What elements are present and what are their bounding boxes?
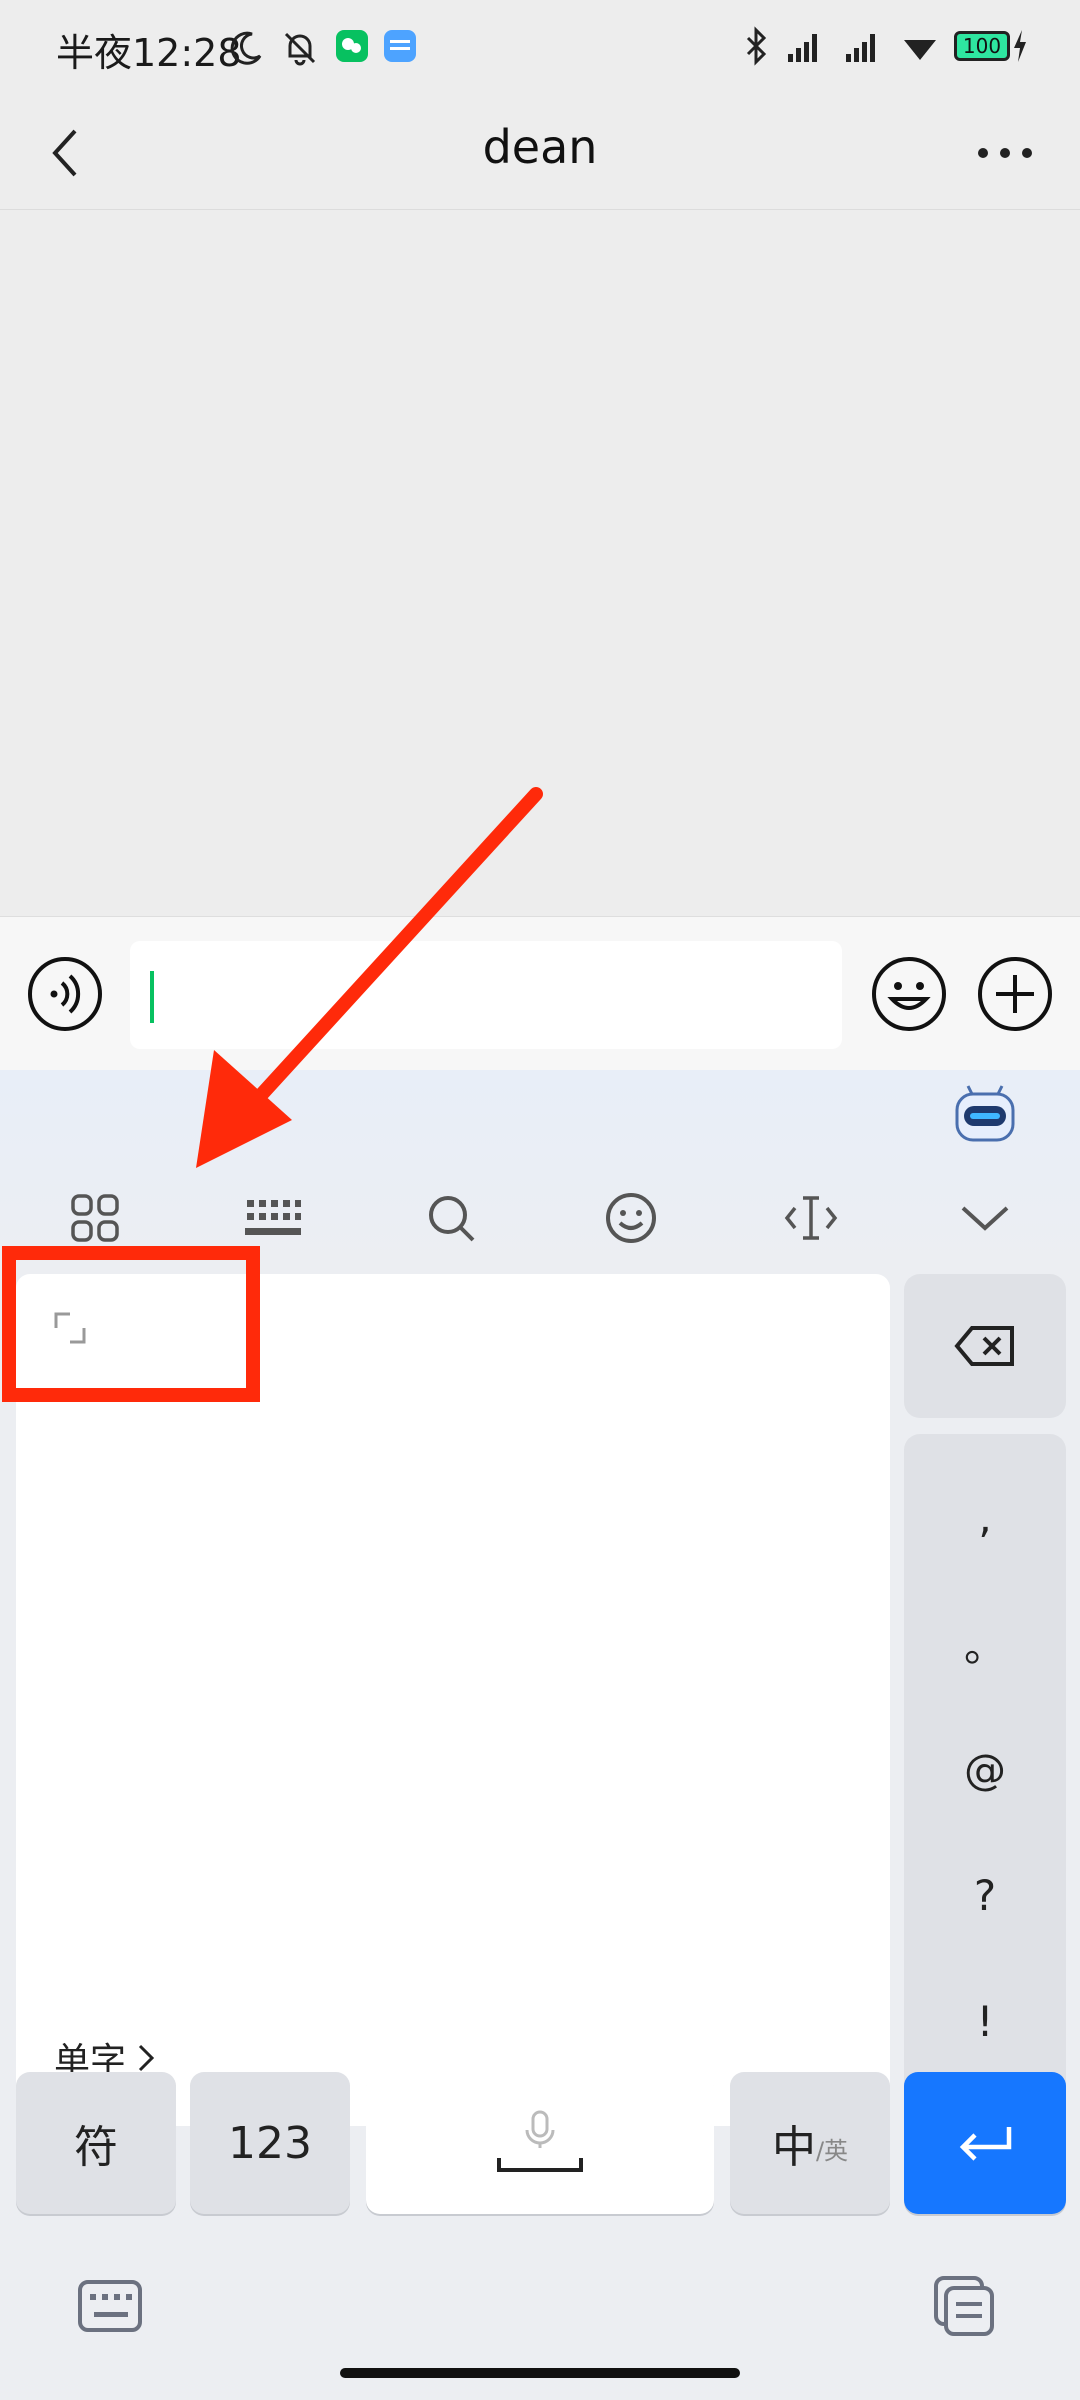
- signal-1-icon: [788, 34, 817, 62]
- punct-comma-key[interactable]: ,: [904, 1454, 1066, 1580]
- punct-at-key[interactable]: @: [904, 1706, 1066, 1832]
- status-right-icons: 100: [742, 26, 1030, 66]
- cursor-edit-button[interactable]: [766, 1170, 856, 1266]
- chat-title: dean: [482, 120, 598, 174]
- more-functions-button[interactable]: [976, 955, 1054, 1033]
- delete-key[interactable]: [904, 1274, 1066, 1418]
- lang-main-label: 中: [771, 2122, 816, 2173]
- collapse-keyboard-button[interactable]: [940, 1170, 1030, 1266]
- bell-muted-icon: [284, 32, 316, 66]
- status-bar: 半夜12:28 100: [0, 0, 1080, 96]
- search-icon: [429, 1196, 475, 1242]
- punct-period-key[interactable]: 。: [904, 1580, 1066, 1706]
- keyboard-app-icon: [384, 30, 416, 62]
- more-dots-icon: [978, 148, 1032, 158]
- punct-exclaim-key[interactable]: !: [904, 1958, 1066, 2084]
- signal-2-icon: [846, 34, 875, 62]
- enter-icon: [959, 2127, 1012, 2161]
- text-cursor-icon: [784, 1196, 838, 1240]
- chevron-down-icon: [961, 1206, 1009, 1231]
- annotation-highlight-box: [2, 1246, 260, 1402]
- emoji-panel-button[interactable]: [586, 1170, 676, 1266]
- voice-input-button[interactable]: [26, 955, 104, 1033]
- message-input[interactable]: [130, 941, 842, 1049]
- battery-indicator: 100: [954, 28, 1030, 64]
- numbers-key[interactable]: 123: [190, 2072, 350, 2214]
- wechat-icon: [336, 30, 368, 62]
- input-bar: [0, 916, 1080, 1070]
- battery-level: 100: [954, 31, 1010, 61]
- status-time: 半夜12:28: [56, 31, 242, 75]
- chevron-right-icon: [138, 2044, 155, 2072]
- wifi-icon: [904, 40, 936, 60]
- ai-assistant-icon[interactable]: [952, 1080, 1018, 1146]
- chat-header: dean: [0, 96, 1080, 210]
- grid-icon: [71, 1194, 119, 1242]
- enter-key[interactable]: [904, 2072, 1066, 2214]
- message-list[interactable]: [0, 210, 1080, 916]
- home-indicator[interactable]: [340, 2368, 740, 2378]
- emoji-button[interactable]: [870, 955, 948, 1033]
- mic-space-icon: [497, 2110, 583, 2172]
- charging-icon: [1014, 30, 1026, 62]
- smiley-icon: [606, 1193, 656, 1243]
- lang-sub-label: /英: [815, 2136, 849, 2165]
- text-caret: [150, 971, 154, 1023]
- keyboard-switch-icon[interactable]: [72, 2270, 152, 2340]
- clipboard-icon[interactable]: [928, 2270, 1008, 2340]
- more-button[interactable]: [960, 118, 1050, 188]
- space-key[interactable]: [366, 2072, 714, 2214]
- backspace-icon: [954, 1326, 1014, 1366]
- keyboard-icon: [245, 1200, 301, 1235]
- punctuation-column: , 。 @ ? !: [904, 1434, 1066, 2126]
- punct-question-key[interactable]: ?: [904, 1832, 1066, 1958]
- bluetooth-icon: [746, 26, 767, 66]
- search-button[interactable]: [406, 1170, 496, 1266]
- lang-switch-key[interactable]: 中 /英: [730, 2072, 890, 2214]
- moon-icon: [230, 31, 262, 65]
- symbols-key[interactable]: 符: [16, 2072, 176, 2214]
